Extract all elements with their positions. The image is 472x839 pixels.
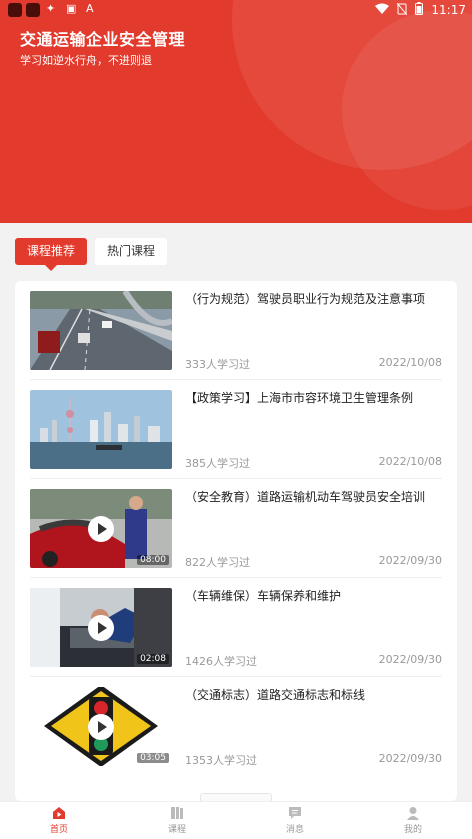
course-date: 2022/10/08: [378, 455, 442, 468]
course-learners: 822人学习过: [185, 556, 250, 569]
sync-icon: ✦: [46, 2, 56, 15]
course-title: （车辆维保）车辆保养和维护: [185, 589, 342, 603]
no-sim-icon: [397, 2, 408, 18]
wifi-icon: [375, 3, 390, 18]
course-date: 2022/10/08: [378, 356, 442, 369]
book-icon: [170, 806, 184, 820]
course-list: （行为规范）驾驶员职业行为规范及注意事项 333人学习过 2022/10/08: [15, 281, 457, 801]
notification-icon: [8, 3, 22, 17]
course-item[interactable]: 02:08 （车辆维保）车辆保养和维护 1426人学习过 2022/09/30: [15, 578, 457, 677]
nav-courses[interactable]: 课程: [147, 806, 207, 835]
course-title: 【政策学习】上海市市容环境卫生管理条例: [185, 391, 414, 405]
bottom-navigation: 首页 课程 消息 我的: [0, 801, 472, 839]
course-learners: 1426人学习过: [185, 655, 257, 668]
nav-messages[interactable]: 消息: [265, 806, 325, 835]
nav-profile[interactable]: 我的: [383, 806, 443, 835]
play-icon[interactable]: [88, 714, 114, 740]
course-thumbnail: [30, 390, 172, 469]
course-learners: 385人学习过: [185, 457, 250, 470]
course-learners: 333人学习过: [185, 358, 250, 371]
video-duration: 03:05: [137, 753, 169, 763]
course-date: 2022/09/30: [378, 752, 442, 765]
course-item[interactable]: （行为规范）驾驶员职业行为规范及注意事项 333人学习过 2022/10/08: [15, 281, 457, 380]
course-learners: 1353人学习过: [185, 754, 257, 767]
tab-recommended[interactable]: 课程推荐: [15, 238, 88, 271]
nav-courses-label: 课程: [167, 825, 186, 835]
course-thumbnail: 08:00: [30, 489, 172, 568]
course-date: 2022/09/30: [378, 653, 442, 666]
course-thumbnail: 03:05: [30, 687, 172, 766]
video-duration: 02:08: [137, 654, 169, 664]
course-title: （安全教育）道路运输机动车驾驶员安全培训: [185, 490, 426, 504]
status-time: 11:17: [431, 3, 466, 17]
notification-icon: [26, 3, 40, 17]
play-icon[interactable]: [88, 516, 114, 542]
user-icon: [406, 806, 420, 820]
course-thumbnail: [30, 291, 172, 370]
page-title: 交通运输企业安全管理: [20, 30, 186, 49]
course-date: 2022/09/30: [378, 554, 442, 567]
header-banner: ✦ ▣ A 11:17 交通运输企业安全管理 学习如逆水行舟，不进则退: [0, 0, 472, 223]
play-icon[interactable]: [88, 615, 114, 641]
video-duration: 08:00: [137, 555, 169, 565]
course-item[interactable]: 08:00 （安全教育）道路运输机动车驾驶员安全培训 822人学习过 2022/…: [15, 479, 457, 578]
tab-popular[interactable]: 热门课程: [95, 238, 168, 265]
message-icon: [288, 806, 302, 820]
course-item[interactable]: 【政策学习】上海市市容环境卫生管理条例 385人学习过 2022/10/08: [15, 380, 457, 479]
page-subtitle: 学习如逆水行舟，不进则退: [20, 54, 152, 67]
course-tabs: 课程推荐 热门课程: [15, 238, 168, 271]
course-title: （行为规范）驾驶员职业行为规范及注意事项: [185, 292, 426, 306]
nav-messages-label: 消息: [285, 825, 304, 835]
home-icon: [52, 806, 66, 820]
course-title: （交通标志）道路交通标志和标线: [185, 688, 366, 702]
font-icon: A: [86, 2, 94, 15]
course-item[interactable]: 03:05 （交通标志）道路交通标志和标线 1353人学习过 2022/09/3…: [15, 677, 457, 776]
nav-home-label: 首页: [49, 825, 68, 835]
image-icon: ▣: [66, 2, 77, 15]
status-bar: ✦ ▣ A 11:17: [0, 0, 472, 20]
nav-profile-label: 我的: [403, 825, 422, 835]
course-thumbnail: 02:08: [30, 588, 172, 667]
battery-icon: [415, 2, 424, 18]
nav-home[interactable]: 首页: [29, 806, 89, 835]
